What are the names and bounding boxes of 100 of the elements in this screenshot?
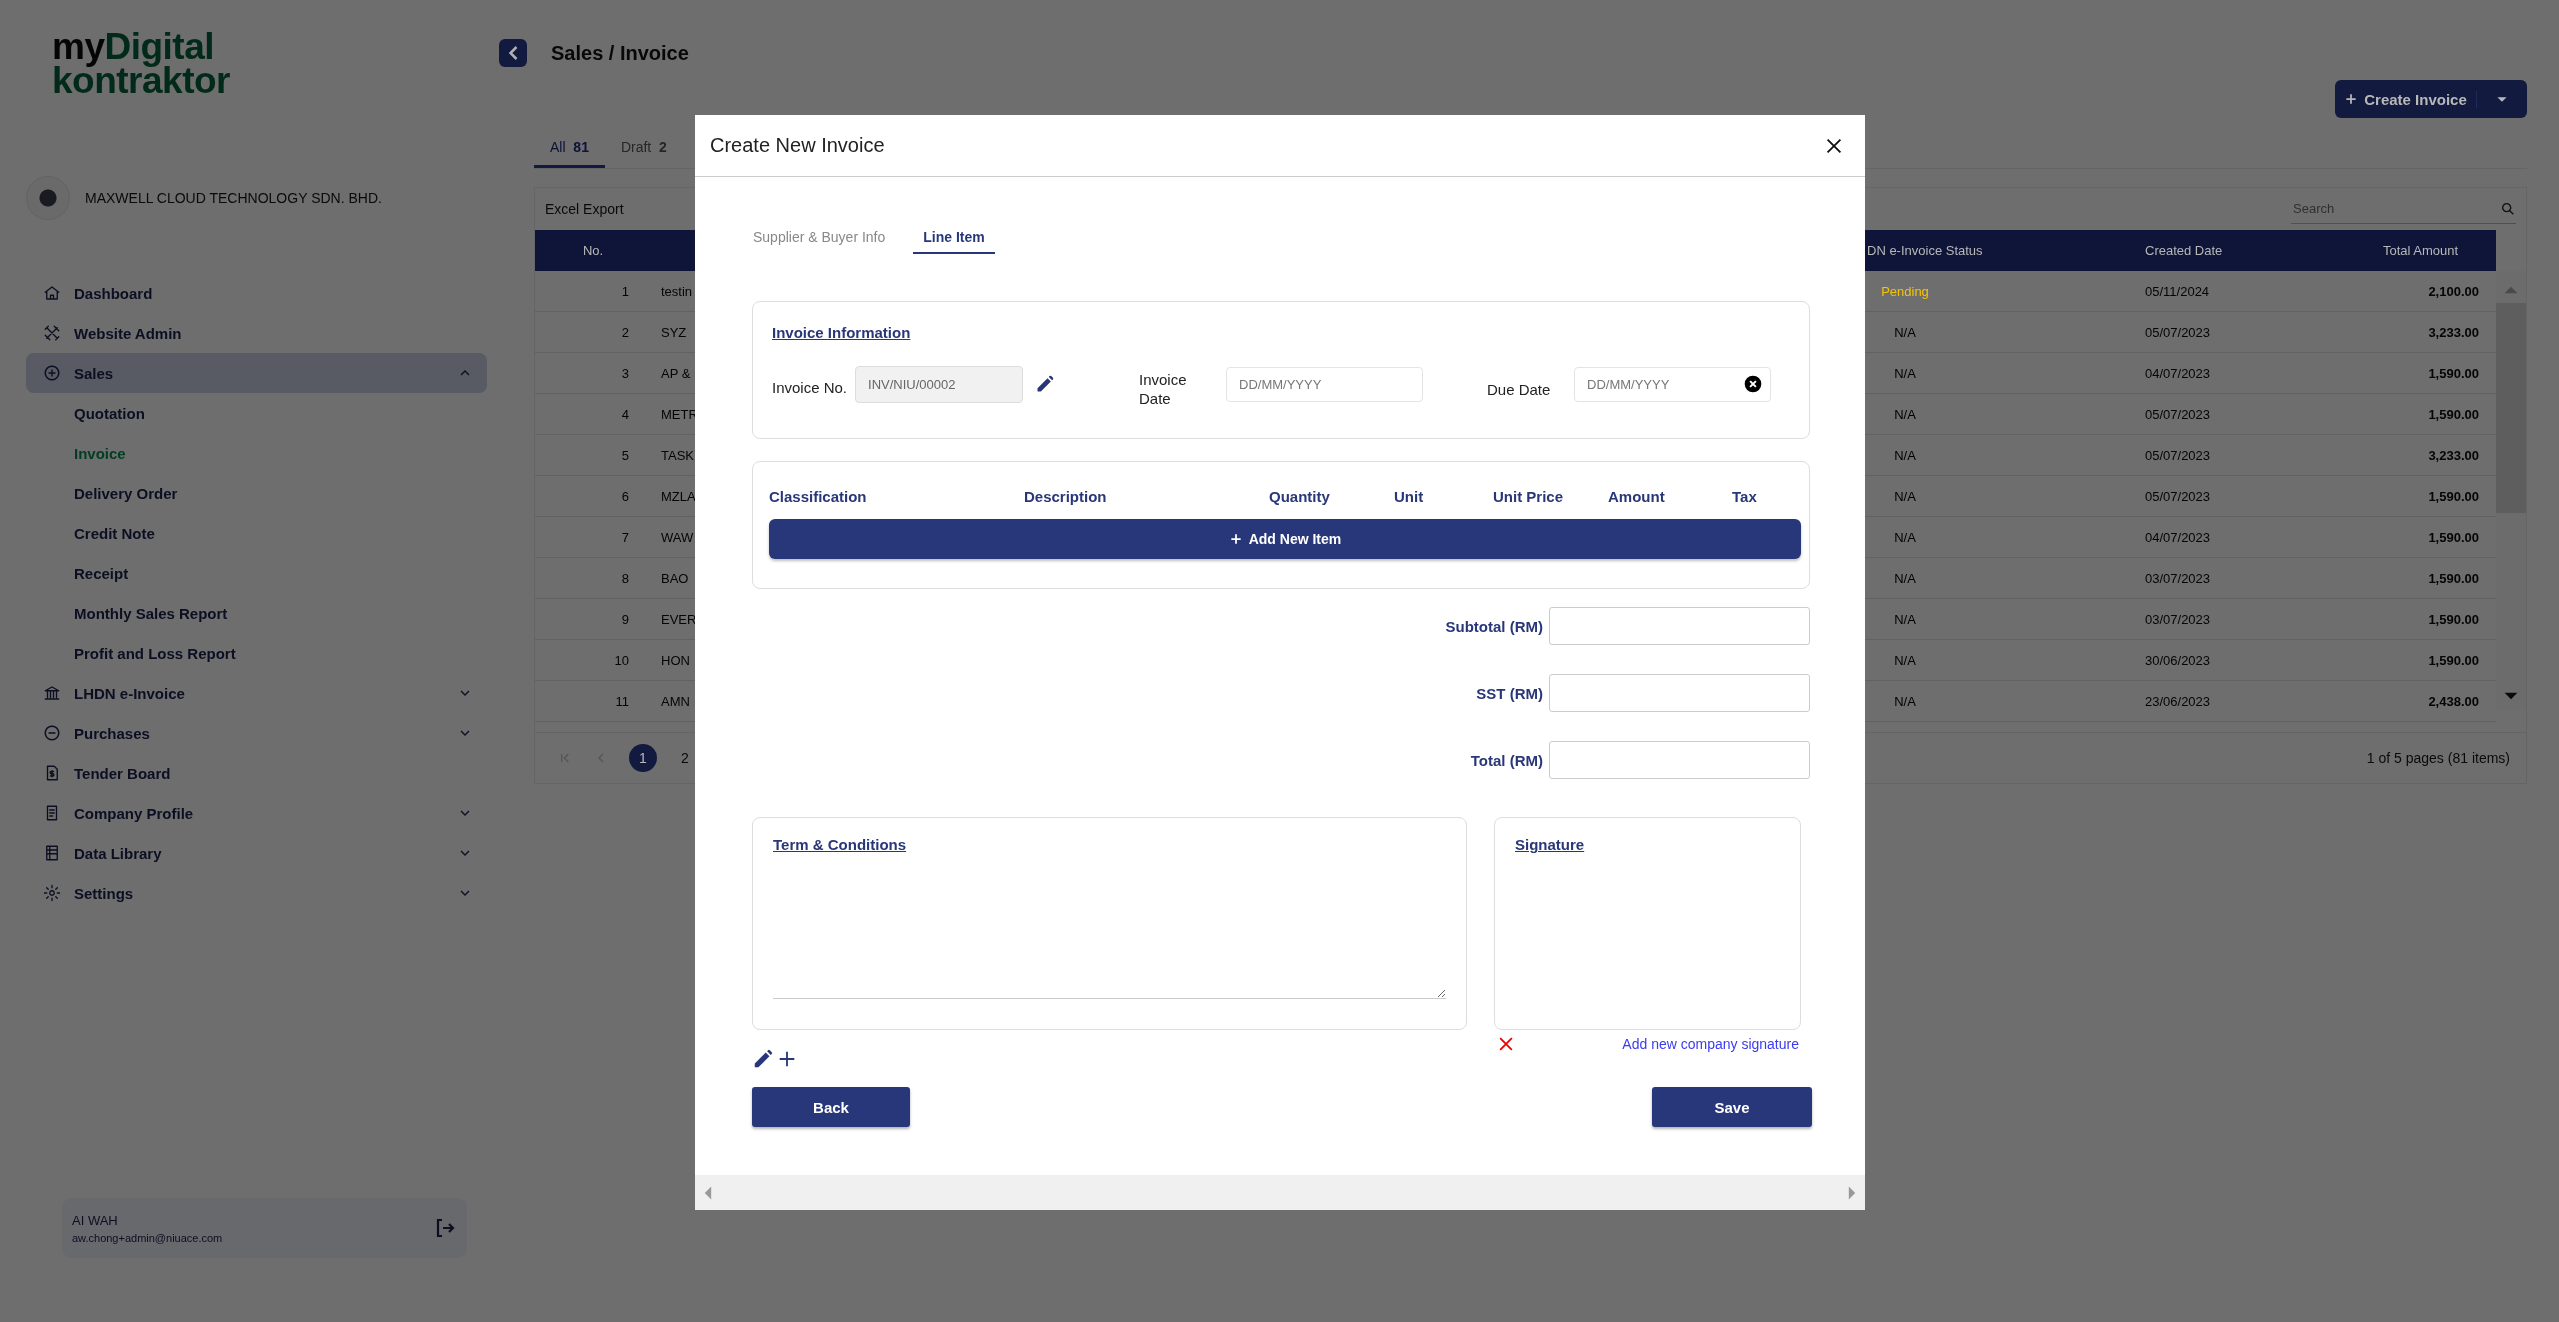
form-tab[interactable]: Supplier & Buyer Info: [753, 229, 896, 254]
sidebar-item[interactable]: Company Profile: [26, 793, 487, 833]
settings-icon: [43, 884, 61, 902]
chevron-left-icon: [508, 46, 518, 60]
amount-field[interactable]: [1549, 741, 1810, 779]
table-cell: AP &: [661, 365, 691, 381]
table-cell-text: 3: [620, 365, 630, 381]
table-cell-text: 8: [620, 570, 630, 586]
add-new-item-button[interactable]: Add New Item: [769, 519, 1801, 559]
table-cell-text: 05/11/2024: [2144, 283, 2211, 299]
sidebar-subitem[interactable]: Delivery Order: [26, 473, 487, 513]
status-text: Pending: [1880, 283, 1930, 299]
date-input[interactable]: DD/MM/YYYY: [1575, 376, 1743, 392]
total-label: SST (RM): [1476, 684, 1543, 702]
column-header: Total Amount: [2381, 243, 2460, 258]
form-tab[interactable]: Line Item: [913, 229, 995, 254]
table-cell-text: 03/07/2023: [2144, 570, 2212, 586]
amount-field[interactable]: [1549, 674, 1810, 712]
sidebar-item[interactable]: Sales: [26, 353, 487, 393]
table-cell-text: 11: [614, 693, 630, 709]
sidebar-subitem[interactable]: Profit and Loss Report: [26, 633, 487, 673]
field-label: Invoice Date: [1139, 370, 1188, 408]
date-field[interactable]: DD/MM/YYYY: [1574, 366, 1771, 402]
save-button[interactable]: Save: [1652, 1087, 1812, 1127]
table-cell-text: 2,438.00: [2427, 693, 2480, 709]
filter-tab[interactable]: Draft 2: [604, 127, 683, 168]
text-input[interactable]: INV/NIU/00002: [856, 376, 1023, 392]
date-field[interactable]: DD/MM/YYYY: [1226, 366, 1423, 402]
status-text: N/A: [1893, 570, 1917, 586]
page-number[interactable]: 2: [671, 744, 699, 772]
back-button[interactable]: [499, 39, 527, 67]
page-title: Sales / Invoice: [551, 41, 689, 65]
table-cell-text: 05/07/2023: [2144, 406, 2212, 422]
table-cell-text: 3,233.00: [2427, 324, 2480, 340]
sidebar-item[interactable]: Website Admin: [26, 313, 487, 353]
table-cell-text: 1: [620, 283, 630, 299]
scroll-right-icon[interactable]: [1847, 1184, 1857, 1201]
column-header: Amount: [1608, 488, 1666, 505]
sidebar-item[interactable]: LHDN e-Invoice: [26, 673, 487, 713]
table-cell-text: 1,590.00: [2427, 365, 2480, 381]
column-header: Tax: [1732, 488, 1758, 505]
table-cell: HON: [661, 652, 690, 668]
status-text: N/A: [1893, 488, 1917, 504]
status-text: N/A: [1893, 611, 1917, 627]
horizontal-scrollbar[interactable]: [695, 1175, 1865, 1210]
scroll-down-icon[interactable]: [2503, 691, 2519, 701]
sidebar-item[interactable]: Tender Board: [26, 753, 487, 793]
sidebar-subitem[interactable]: Monthly Sales Report: [26, 593, 487, 633]
table-cell-text: 1,590.00: [2427, 529, 2480, 545]
date-input[interactable]: DD/MM/YYYY: [1227, 376, 1422, 392]
user-email: aw.chong+admin@niuace.com: [72, 1231, 223, 1244]
sidebar-subitem[interactable]: Receipt: [26, 553, 487, 593]
column-header: No.: [581, 243, 605, 258]
back-button[interactable]: Back: [752, 1087, 910, 1127]
search-field[interactable]: Search: [2291, 194, 2516, 224]
crossed-tools-icon: [43, 324, 61, 342]
sidebar-subitem[interactable]: Credit Note: [26, 513, 487, 553]
table-cell-text: 05/07/2023: [2144, 324, 2212, 340]
sidebar-item[interactable]: Dashboard: [26, 273, 487, 313]
table-cell-text: 2,100.00: [2427, 283, 2480, 299]
scroll-left-icon[interactable]: [703, 1184, 713, 1201]
list-icon: [43, 844, 61, 862]
table-cell-text: 05/07/2023: [2144, 488, 2212, 504]
excel-export-button[interactable]: Excel Export: [545, 201, 624, 217]
company-name: MAXWELL CLOUD TECHNOLOGY SDN. BHD.: [85, 190, 382, 206]
sidebar-item[interactable]: Purchases: [26, 713, 487, 753]
column-header: Created Date: [2144, 243, 2224, 258]
table-cell-text: 05/07/2023: [2144, 447, 2212, 463]
status-text: N/A: [1893, 365, 1917, 381]
table-cell-text: 04/07/2023: [2144, 365, 2212, 381]
table-cell-text: 03/07/2023: [2144, 611, 2212, 627]
table-cell-text: 4: [620, 406, 630, 422]
filter-tab[interactable]: All 81: [534, 127, 605, 168]
search-input[interactable]: Search: [2291, 200, 2500, 217]
status-text: N/A: [1893, 406, 1917, 422]
clear-icon[interactable]: [1743, 374, 1763, 394]
pagination-info: 1 of 5 pages (81 items): [2366, 750, 2510, 766]
pencil-icon[interactable]: [752, 1048, 774, 1070]
sidebar-subitem[interactable]: Invoice: [26, 433, 487, 473]
amount-field[interactable]: [1549, 607, 1810, 645]
status-text: N/A: [1893, 652, 1917, 668]
bank-icon: [43, 684, 61, 702]
sidebar-item[interactable]: Data Library: [26, 833, 487, 873]
pencil-icon[interactable]: [1035, 374, 1056, 394]
plus-icon: [2344, 92, 2359, 106]
section-title: Term & Conditions: [773, 836, 908, 853]
table-cell: WAW: [661, 529, 694, 545]
create-invoice-button[interactable]: Create Invoice: [2335, 80, 2527, 118]
sidebar-subitem[interactable]: Quotation: [26, 393, 487, 433]
terms-field[interactable]: Term & Conditions: [752, 817, 1467, 1030]
table-cell-text: 1,590.00: [2427, 652, 2480, 668]
total-label: Total (RM): [1470, 751, 1543, 769]
table-cell-text: 3,233.00: [2427, 447, 2480, 463]
column-header: Unit: [1394, 488, 1425, 505]
sidebar-item[interactable]: Settings: [26, 873, 487, 913]
scroll-up-icon[interactable]: [2503, 285, 2519, 295]
add-signature-link[interactable]: Add new company signature: [1622, 1036, 1799, 1052]
invoice-number-field[interactable]: INV/NIU/00002: [855, 365, 1024, 403]
page-number[interactable]: 1: [629, 744, 657, 772]
column-header: DN e-Invoice Status: [1866, 243, 1984, 258]
